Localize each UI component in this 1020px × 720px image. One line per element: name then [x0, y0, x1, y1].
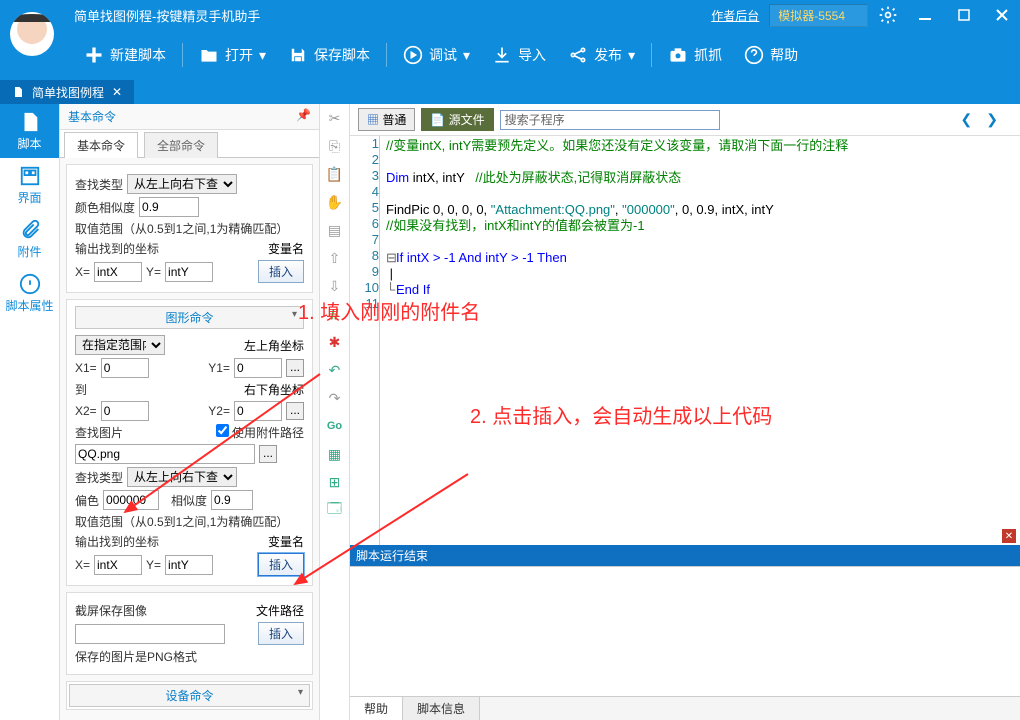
- view-source-tab[interactable]: 📄 源文件: [421, 108, 493, 131]
- y2-input[interactable]: [234, 401, 282, 421]
- pick-tl-button[interactable]: ...: [286, 359, 304, 377]
- minimize-button[interactable]: [908, 1, 944, 29]
- close-results-icon[interactable]: ✕: [1002, 529, 1016, 543]
- insert-button-2[interactable]: 插入: [258, 553, 304, 576]
- paste-icon[interactable]: 📋: [325, 164, 345, 184]
- insert-button-1[interactable]: 插入: [258, 260, 304, 283]
- subtab-all[interactable]: 全部命令: [144, 132, 218, 158]
- capture-button[interactable]: 抓抓: [658, 39, 732, 71]
- nav-prev-icon[interactable]: ❮: [961, 111, 973, 128]
- window-title: 简单找图例程-按键精灵手机助手: [74, 6, 260, 25]
- nav-next-icon[interactable]: ❯: [986, 111, 998, 128]
- undo-icon[interactable]: ↶: [325, 360, 345, 380]
- file-icon: [12, 86, 24, 98]
- help-button[interactable]: 帮助: [734, 39, 808, 71]
- publish-button[interactable]: 发布 ▾: [558, 39, 645, 71]
- play-icon[interactable]: 🗔: [325, 500, 345, 520]
- search-type-select[interactable]: 从左上向右下查找: [127, 174, 237, 194]
- x-var-input-2[interactable]: [94, 555, 142, 575]
- color-sim-input[interactable]: [139, 197, 199, 217]
- search-type-select-2[interactable]: 从左上向右下查找: [127, 467, 237, 487]
- maximize-button[interactable]: [946, 1, 982, 29]
- close-tab-icon[interactable]: ✕: [112, 85, 122, 99]
- image-name-input[interactable]: [75, 444, 255, 464]
- tool-icon[interactable]: ✂: [325, 108, 345, 128]
- results-title: 脚本运行结束: [350, 545, 1020, 566]
- pick-br-button[interactable]: ...: [286, 402, 304, 420]
- close-button[interactable]: [984, 1, 1020, 29]
- save-button[interactable]: 保存脚本: [278, 39, 380, 71]
- insert-button-3[interactable]: 插入: [258, 622, 304, 645]
- leftnav-props[interactable]: 脚本属性: [0, 266, 59, 320]
- search-subroutine-input[interactable]: [500, 110, 720, 130]
- screenshot-path-input[interactable]: [75, 624, 225, 644]
- comment-icon[interactable]: //: [325, 304, 345, 324]
- view-normal-tab[interactable]: ▦ 普通: [358, 108, 415, 131]
- x1-input[interactable]: [101, 358, 149, 378]
- grid-icon[interactable]: ⊞: [325, 472, 345, 492]
- use-attach-checkbox[interactable]: [216, 424, 229, 437]
- import-button[interactable]: 导入: [482, 39, 556, 71]
- results-tab-help[interactable]: 帮助: [350, 697, 403, 720]
- y-var-input[interactable]: [165, 262, 213, 282]
- section-graphics-header[interactable]: 图形命令: [75, 306, 304, 329]
- y-var-input-2[interactable]: [165, 555, 213, 575]
- emulator-selector[interactable]: 模拟器-5554: [769, 4, 868, 27]
- down-icon[interactable]: ⇩: [325, 276, 345, 296]
- range-select[interactable]: 在指定范围内: [75, 335, 165, 355]
- doc-icon[interactable]: ▤: [325, 220, 345, 240]
- y1-input[interactable]: [234, 358, 282, 378]
- x2-input[interactable]: [101, 401, 149, 421]
- sim-input[interactable]: [211, 490, 253, 510]
- results-tab-info[interactable]: 脚本信息: [403, 697, 480, 720]
- new-script-button[interactable]: 新建脚本: [74, 39, 176, 71]
- panel-title: 基本命令: [68, 108, 116, 125]
- author-link[interactable]: 作者后台: [703, 3, 767, 28]
- redo-icon[interactable]: ↷: [325, 388, 345, 408]
- section-device-header[interactable]: 设备命令: [69, 684, 310, 707]
- leftnav-ui[interactable]: 界面: [0, 158, 59, 212]
- browse-img-button[interactable]: ...: [259, 445, 277, 463]
- go-icon[interactable]: Go: [325, 416, 345, 436]
- code-editor[interactable]: //变量intX, intY需要预先定义。如果您还没有定义该变量，请取消下面一行…: [380, 136, 854, 545]
- leftnav-script[interactable]: 脚本: [0, 104, 59, 158]
- file-tab[interactable]: 简单找图例程 ✕: [0, 80, 134, 104]
- stack-icon[interactable]: ▦: [325, 444, 345, 464]
- settings-icon[interactable]: [870, 1, 906, 29]
- copy-icon[interactable]: ⎘: [325, 136, 345, 156]
- up-icon[interactable]: ⇧: [325, 248, 345, 268]
- open-button[interactable]: 打开 ▾: [189, 39, 276, 71]
- avatar[interactable]: [10, 12, 54, 56]
- bug-icon[interactable]: ✱: [325, 332, 345, 352]
- leftnav-attach[interactable]: 附件: [0, 212, 59, 266]
- results-body: [350, 566, 1020, 696]
- hand-icon[interactable]: ✋: [325, 192, 345, 212]
- bias-input[interactable]: [103, 490, 159, 510]
- x-var-input[interactable]: [94, 262, 142, 282]
- subtab-basic[interactable]: 基本命令: [64, 132, 138, 158]
- debug-button[interactable]: 调试 ▾: [393, 39, 480, 71]
- panel-pin-icon[interactable]: 📌: [296, 108, 311, 125]
- line-gutter: 1234567891011: [350, 136, 380, 545]
